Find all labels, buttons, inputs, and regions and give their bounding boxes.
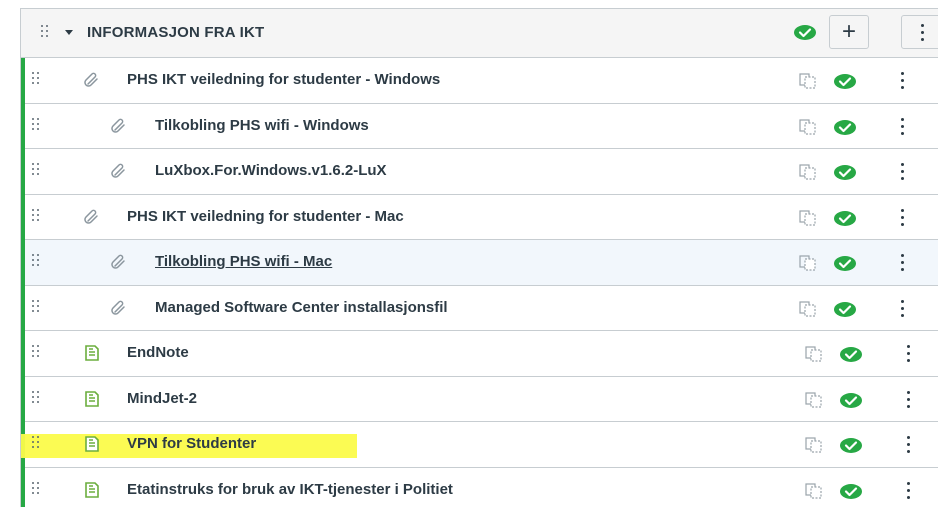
check-circle-icon[interactable] xyxy=(840,347,862,362)
kebab-menu-icon[interactable] xyxy=(905,436,911,454)
module-item-title[interactable]: VPN for Studenter xyxy=(127,435,256,452)
duplicate-icon[interactable] xyxy=(799,209,817,226)
document-icon xyxy=(83,481,101,499)
check-circle-icon[interactable] xyxy=(834,301,856,317)
check-circle-icon[interactable] xyxy=(840,392,862,408)
module-item-title[interactable]: PHS IKT veiledning for studenter - Windo… xyxy=(127,71,440,88)
module-item-title[interactable]: LuXbox.For.Windows.v1.6.2-LuX xyxy=(155,162,387,179)
document-icon xyxy=(83,390,101,408)
check-circle-icon[interactable] xyxy=(834,165,856,180)
module-item-row[interactable]: PHS IKT veiledning for studenter - Mac xyxy=(21,194,938,240)
drag-handle-icon[interactable] xyxy=(32,208,42,225)
drag-handle-icon[interactable] xyxy=(32,163,42,179)
paperclip-icon xyxy=(110,162,128,180)
module-item-row[interactable]: VPN for Studenter xyxy=(21,422,938,468)
module-item-title[interactable]: PHS IKT veiledning for studenter - Mac xyxy=(127,208,404,225)
module-item-row[interactable]: MindJet-2 xyxy=(21,376,938,422)
add-item-button[interactable]: + xyxy=(829,15,869,49)
plus-icon: + xyxy=(841,18,856,45)
kebab-menu-icon xyxy=(919,24,925,42)
kebab-menu-icon[interactable] xyxy=(899,72,905,90)
check-circle-icon[interactable] xyxy=(834,256,856,271)
drag-handle-icon[interactable] xyxy=(32,299,42,316)
module-item-row[interactable]: EndNote xyxy=(21,331,938,377)
kebab-menu-icon[interactable] xyxy=(899,254,905,272)
module-item-row[interactable]: Managed Software Center installasjonsfil xyxy=(21,285,938,331)
module-title: INFORMASJON FRA IKT xyxy=(87,24,265,41)
kebab-menu-icon[interactable] xyxy=(899,163,905,181)
drag-handle-icon[interactable] xyxy=(41,25,51,41)
duplicate-icon[interactable] xyxy=(799,255,817,271)
module-items: PHS IKT veiledning for studenter - Windo… xyxy=(21,58,938,507)
paperclip-icon xyxy=(83,71,101,89)
duplicate-icon[interactable] xyxy=(805,437,823,453)
kebab-menu-icon[interactable] xyxy=(899,117,905,136)
paperclip-icon xyxy=(83,208,101,226)
drag-handle-icon[interactable] xyxy=(32,117,42,134)
duplicate-icon[interactable] xyxy=(805,391,823,408)
drag-handle-icon[interactable] xyxy=(32,390,42,407)
module-item-row[interactable]: Etatinstruks for bruk av IKT-tjenester i… xyxy=(21,467,938,507)
paperclip-icon xyxy=(110,117,128,135)
drag-handle-icon[interactable] xyxy=(32,254,42,270)
module-item-row[interactable]: Tilkobling PHS wifi - Windows xyxy=(21,103,938,149)
module: INFORMASJON FRA IKT + PHS IKT veiledning… xyxy=(20,8,938,507)
document-icon xyxy=(83,344,101,362)
paperclip-icon xyxy=(110,299,128,317)
module-item-title[interactable]: Managed Software Center installasjonsfil xyxy=(155,299,448,316)
module-item-title[interactable]: EndNote xyxy=(127,344,189,361)
check-circle-icon[interactable] xyxy=(834,119,856,135)
duplicate-icon[interactable] xyxy=(799,118,817,135)
drag-handle-icon[interactable] xyxy=(32,72,42,88)
drag-handle-icon[interactable] xyxy=(32,345,42,361)
duplicate-icon[interactable] xyxy=(805,482,823,499)
duplicate-icon[interactable] xyxy=(799,73,817,89)
duplicate-icon[interactable] xyxy=(805,346,823,362)
module-item-title[interactable]: Tilkobling PHS wifi - Windows xyxy=(155,117,369,134)
kebab-menu-icon[interactable] xyxy=(899,208,905,227)
drag-handle-icon[interactable] xyxy=(32,481,42,498)
module-options-button[interactable] xyxy=(901,15,938,49)
document-icon xyxy=(83,435,101,453)
check-circle-icon[interactable] xyxy=(840,438,862,453)
kebab-menu-icon[interactable] xyxy=(905,345,911,363)
collapse-caret-icon[interactable] xyxy=(65,30,73,35)
module-item-row[interactable]: PHS IKT veiledning for studenter - Windo… xyxy=(21,58,938,104)
module-item-row[interactable]: LuXbox.For.Windows.v1.6.2-LuX xyxy=(21,149,938,195)
check-circle-icon[interactable] xyxy=(840,483,862,499)
publish-check-icon[interactable] xyxy=(794,25,816,45)
duplicate-icon[interactable] xyxy=(799,164,817,180)
module-item-title[interactable]: Etatinstruks for bruk av IKT-tjenester i… xyxy=(127,481,453,498)
check-circle-icon[interactable] xyxy=(834,74,856,89)
module-header[interactable]: INFORMASJON FRA IKT + xyxy=(21,9,938,58)
module-item-title[interactable]: MindJet-2 xyxy=(127,390,197,407)
paperclip-icon xyxy=(110,253,128,271)
module-item-row[interactable]: Tilkobling PHS wifi - Mac xyxy=(21,240,938,286)
drag-handle-icon[interactable] xyxy=(32,436,42,452)
kebab-menu-icon[interactable] xyxy=(905,390,911,409)
kebab-menu-icon[interactable] xyxy=(905,481,911,500)
module-item-title[interactable]: Tilkobling PHS wifi - Mac xyxy=(155,253,332,270)
duplicate-icon[interactable] xyxy=(799,300,817,317)
check-circle-icon[interactable] xyxy=(834,210,856,226)
kebab-menu-icon[interactable] xyxy=(899,299,905,318)
